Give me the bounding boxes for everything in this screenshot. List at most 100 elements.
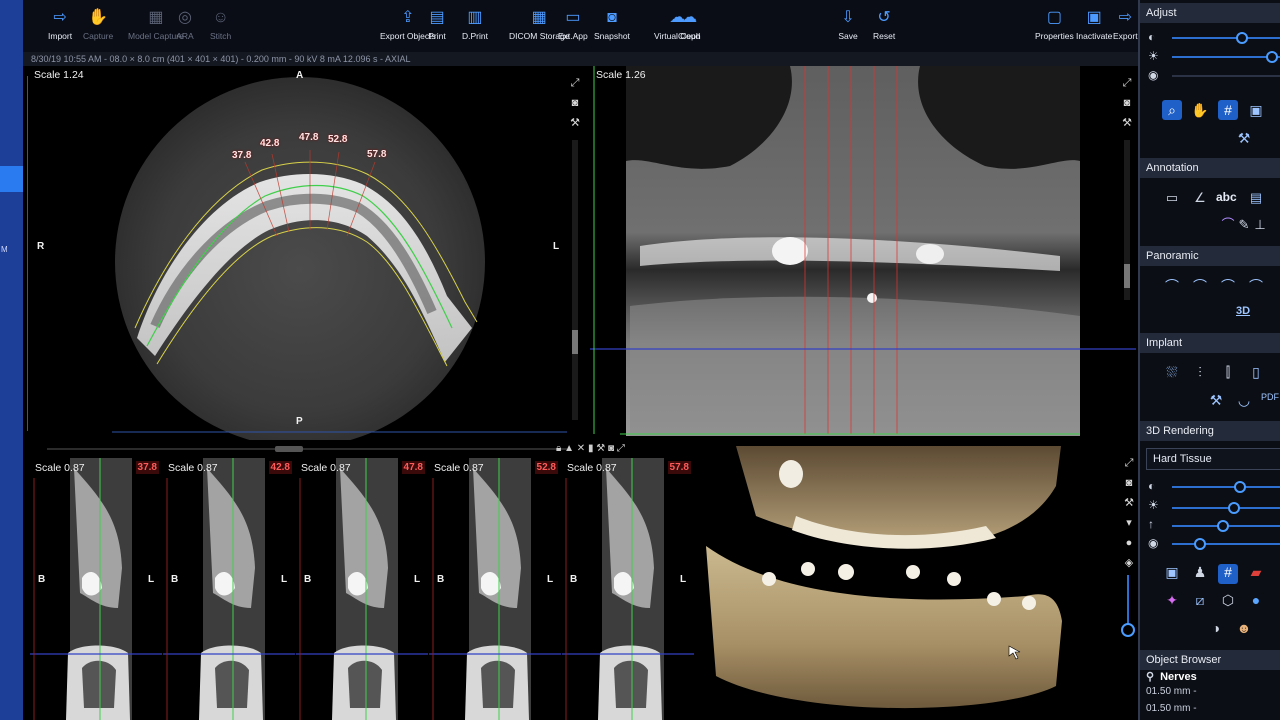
splitter-handle[interactable]	[275, 446, 303, 452]
render-half-icon[interactable]: ◑	[1206, 620, 1226, 640]
trash-icon[interactable]: ▮	[588, 443, 594, 454]
print-button[interactable]: ▤ Print	[427, 8, 447, 41]
label-icon[interactable]: ▤	[1246, 188, 1266, 208]
nerve-icon[interactable]: ▲	[564, 443, 574, 454]
properties-button[interactable]: ▢ Properties	[1035, 8, 1074, 41]
slice-label[interactable]: 47.8	[299, 132, 318, 143]
rendering-mode-select[interactable]: Hard Tissue	[1146, 448, 1280, 470]
render-clip-icon[interactable]: ▰	[1246, 564, 1266, 584]
maximize-icon[interactable]: ⤢	[1122, 456, 1136, 470]
axial-scroll-thumb[interactable]	[572, 330, 578, 354]
maximize-icon[interactable]: ⤢	[568, 76, 582, 90]
slice-label[interactable]: 57.8	[367, 149, 386, 160]
maximize-icon[interactable]: ⤢	[1120, 76, 1134, 90]
grid-icon[interactable]: #	[1218, 100, 1238, 120]
chat-icon[interactable]: ◈	[1122, 556, 1136, 570]
implant-tool-1-icon[interactable]: ⛆	[1162, 364, 1182, 384]
rendering-section-header[interactable]: 3D Rendering	[1140, 421, 1280, 441]
annotation-section-header[interactable]: Annotation	[1140, 158, 1280, 178]
ext-app-button[interactable]: ▭ Ext.App	[558, 8, 588, 41]
wrench-icon[interactable]: ⚒	[568, 116, 582, 130]
render-image-icon[interactable]: ▣	[1162, 564, 1182, 584]
slice-label[interactable]: 52.8	[328, 134, 347, 145]
implant-tool-2-icon[interactable]: ⫶	[1190, 364, 1210, 384]
panoramic-scroll-thumb[interactable]	[1124, 264, 1130, 288]
panoramic-scrollbar[interactable]	[1124, 140, 1130, 300]
pano-3d-button[interactable]: 3D	[1236, 305, 1250, 317]
implant-tool-4-icon[interactable]: ▯	[1246, 364, 1266, 384]
cross-section-viewport[interactable]: Scale 0.87 42.8 B L	[163, 458, 295, 720]
stitch-button[interactable]: ☺ Stitch	[210, 8, 231, 41]
snapshot-button[interactable]: ◙ Snapshot	[594, 8, 630, 41]
adjust-slider-2-knob[interactable]	[1266, 51, 1278, 63]
lock-icon[interactable]: 🔒︎	[556, 443, 561, 454]
cross-section-viewport[interactable]: Scale 0.87 57.8 B L	[562, 458, 694, 720]
rendering-slider-2[interactable]	[1172, 502, 1280, 514]
d-print-button[interactable]: ▥ D.Print	[462, 8, 488, 41]
3d-rendering-viewport[interactable]	[696, 446, 1116, 720]
pano-curve-2-icon[interactable]: ⌒	[1190, 276, 1210, 296]
cross-section-viewport[interactable]: Scale 0.87 47.8 B L	[296, 458, 428, 720]
rendering-slider-3-knob[interactable]	[1217, 520, 1229, 532]
image-icon[interactable]: ▣	[1246, 100, 1266, 120]
rendering-slider-1[interactable]	[1172, 481, 1280, 493]
camera-icon[interactable]: ◙	[568, 96, 582, 110]
import-button[interactable]: ⇨ Import	[48, 8, 72, 41]
reset-button[interactable]: ↺ Reset	[873, 8, 895, 41]
slice-label[interactable]: 42.8	[260, 138, 279, 149]
nerve-item-1[interactable]: 01.50 mm -	[1146, 686, 1197, 697]
render-person-icon[interactable]: ♟	[1190, 564, 1210, 584]
camera-icon[interactable]: ◙	[1122, 476, 1136, 490]
rendering-slider-3[interactable]	[1172, 520, 1280, 532]
panoramic-section-header[interactable]: Panoramic	[1140, 246, 1280, 266]
pano-curve-3-icon[interactable]: ⌒	[1218, 276, 1238, 296]
rendering-slider-2-knob[interactable]	[1228, 502, 1240, 514]
rendering-slider-4[interactable]	[1172, 538, 1280, 550]
axial-scrollbar[interactable]	[572, 140, 578, 420]
camera-icon[interactable]: ◙	[1120, 96, 1134, 110]
ara-button[interactable]: ◎ ARA	[175, 8, 195, 41]
adjust-slider-1-knob[interactable]	[1236, 32, 1248, 44]
tooth-icon[interactable]: ▾	[1122, 516, 1136, 530]
axial-viewport[interactable]: Scale 1.24 A R L P 37.8 42.8 47.8 52.8 57.8	[27, 66, 582, 440]
skull-icon[interactable]: ●	[1122, 536, 1136, 550]
cross-section-viewport[interactable]: Scale 0.87 37.8 B L	[30, 458, 162, 720]
export-button[interactable]: ⇨ Export	[1113, 8, 1138, 41]
render-grid-icon[interactable]: #	[1218, 564, 1238, 584]
rendering-slider-4-knob[interactable]	[1194, 538, 1206, 550]
implant-section-header[interactable]: Implant	[1140, 333, 1280, 353]
render-sphere-icon[interactable]: ●	[1246, 592, 1266, 612]
panoramic-viewport[interactable]: Scale 1.26	[590, 66, 1136, 440]
ruler-icon[interactable]: ▭	[1162, 188, 1182, 208]
text-annotation-icon[interactable]: abc	[1216, 190, 1237, 204]
close-icon[interactable]: ✕	[577, 443, 585, 454]
hand-pan-icon[interactable]: ✋	[1190, 100, 1210, 120]
render-crop-icon[interactable]: ⧄	[1190, 592, 1210, 612]
cloud-button[interactable]: ☁ Cloud	[678, 8, 700, 41]
pano-curve-1-icon[interactable]: ⌒	[1162, 276, 1182, 296]
render-color-icon[interactable]: ✦	[1162, 592, 1182, 612]
tooth-icon[interactable]: ⊥	[1250, 215, 1270, 235]
pdf-icon[interactable]: PDF	[1260, 392, 1280, 412]
adjust-slider-3[interactable]	[1172, 75, 1280, 77]
wrench-icon[interactable]: ⚒	[1120, 116, 1134, 130]
3d-zoom-knob[interactable]	[1121, 623, 1135, 637]
slice-label[interactable]: 37.8	[232, 150, 251, 161]
rendering-slider-1-knob[interactable]	[1234, 481, 1246, 493]
nerve-item-2[interactable]: 01.50 mm -	[1146, 703, 1197, 714]
object-browser-header[interactable]: Object Browser	[1140, 650, 1280, 670]
implant-tool-3-icon[interactable]: ⫿	[1218, 364, 1238, 384]
zoom-icon[interactable]: ⌕	[1162, 100, 1182, 120]
3d-zoom-slider[interactable]	[1121, 575, 1135, 637]
maximize-icon[interactable]: ⤢	[617, 443, 625, 454]
render-head-icon[interactable]: ☻	[1234, 620, 1254, 640]
nerves-item[interactable]: ⚲ Nerves	[1146, 670, 1197, 683]
wrench-icon[interactable]: ⚒	[1122, 496, 1136, 510]
pano-curve-4-icon[interactable]: ⌒	[1246, 276, 1266, 296]
capture-button[interactable]: ✋ Capture	[83, 8, 113, 41]
render-cube-icon[interactable]: ⬡	[1218, 592, 1238, 612]
camera-icon[interactable]: ◙	[608, 443, 614, 454]
angle-icon[interactable]: ∠	[1190, 188, 1210, 208]
adjust-slider-1[interactable]	[1172, 32, 1280, 44]
adjust-slider-2[interactable]	[1172, 51, 1280, 63]
